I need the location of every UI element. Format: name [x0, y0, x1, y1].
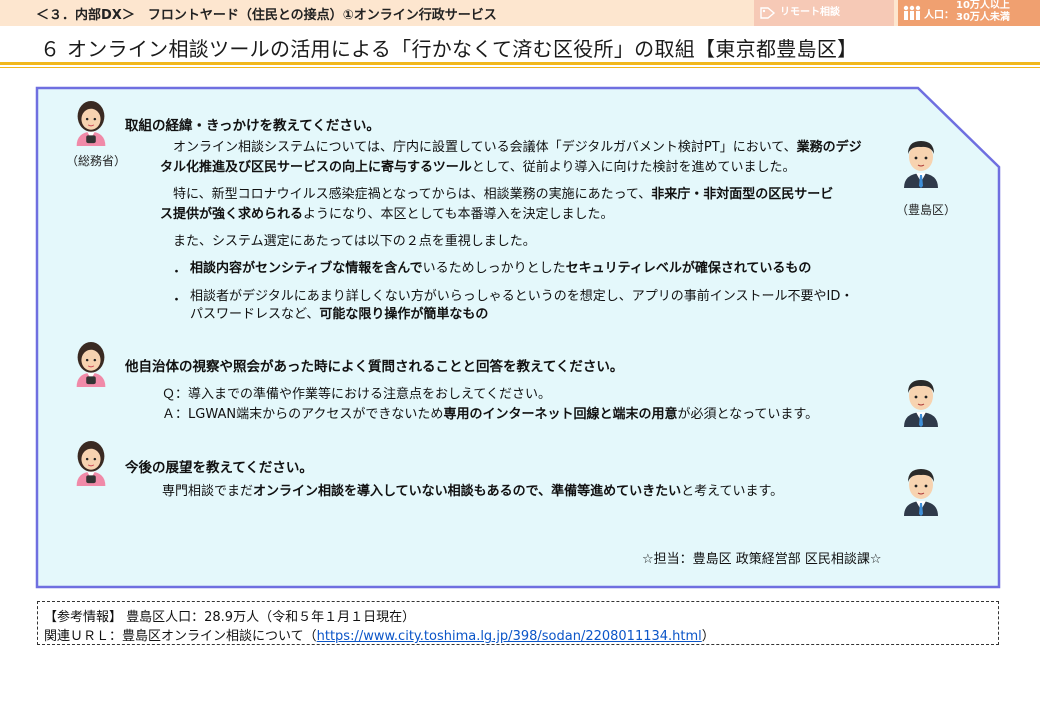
- answer-emphasis: 相談内容がセンシティブな情報を含んで: [190, 261, 423, 276]
- bullet-1: 相談内容がセンシティブな情報を含んでいるためしっかりとしたセキュリティレベルが確…: [190, 259, 811, 279]
- answer-1-paragraph-2-line-2: ス提供が強く求められるようになり、本区としても本番導入を決定しました。: [160, 205, 613, 225]
- bullet-2-line-2: パスワードレスなど、可能な限り操作が簡単なもの: [190, 305, 488, 325]
- reference-text: 関連ＵＲＬ：豊島区オンライン相談について（: [44, 629, 317, 644]
- answer-emphasis: セキュリティレベルが確保されているもの: [565, 261, 812, 276]
- ward-staff-avatar-2: [898, 373, 944, 429]
- answer-emphasis: 可能な限り操作が簡単なもの: [319, 307, 489, 322]
- answer-text: 専門相談でまだ: [162, 484, 254, 499]
- answer-text: パスワードレスなど、: [190, 307, 320, 322]
- answer-1-paragraph-1-line-2: タル化推進及び区民サービスの向上に寄与するツールとして、従前より導入に向けた検討…: [160, 158, 795, 178]
- answer-emphasis: 非来庁・非対面型の区民サービ: [651, 187, 834, 202]
- ministry-staff-avatar-2: [69, 337, 113, 391]
- reference-text: ）: [701, 629, 715, 644]
- answer-emphasis: 業務のデジ: [796, 140, 862, 155]
- reference-line-1: 【参考情報】 豊島区人口：28.9万人（令和５年１月１日現在）: [44, 610, 416, 625]
- reference-box: 【参考情報】 豊島区人口：28.9万人（令和５年１月１日現在） 関連ＵＲＬ：豊島…: [37, 601, 999, 645]
- ministry-staff-avatar: [69, 96, 113, 150]
- answer-1-paragraph-2: 特に、新型コロナウイルス感染症禍となってからは、相談業務の実施にあたって、非来庁…: [160, 185, 833, 205]
- answer-text: ようになり、本区としても本番導入を決定しました。: [303, 207, 614, 222]
- answer-emphasis: 専用のインターネット回線と端末の用意: [443, 407, 678, 422]
- ward-staff-avatar: [898, 134, 944, 190]
- answer-text: Ａ：LGWAN端末からのアクセスができないため: [162, 407, 444, 422]
- contact-note: ☆担当：豊島区 政策経営部 区民相談課☆: [642, 552, 882, 567]
- ward-staff-avatar-3: [898, 462, 944, 518]
- ministry-caption: （総務省）: [66, 154, 127, 168]
- bullet-mark: ・: [170, 265, 184, 280]
- answer-text: が必須となっています。: [677, 407, 819, 422]
- answer-1-paragraph-1: オンライン相談システムについては、庁内に設置している会議体「デジタルガバメント検…: [160, 138, 862, 158]
- answer-emphasis: オンライン相談を導入していない相談もあるので、準備等進めていきたい: [253, 484, 682, 499]
- ministry-staff-avatar-3: [69, 436, 113, 490]
- answer-text: 特に、新型コロナウイルス感染症禍となってからは、相談業務の実施にあたって、: [160, 187, 652, 202]
- answer-emphasis: ス提供が強く求められる: [160, 207, 304, 222]
- q2-answer-line: Ａ：LGWAN端末からのアクセスができないため専用のインターネット回線と端末の用…: [162, 405, 818, 425]
- ward-caption: （豊島区）: [896, 203, 957, 217]
- answer-text: と考えています。: [681, 484, 784, 499]
- reference-line-2: 関連ＵＲＬ：豊島区オンライン相談について（https://www.city.to…: [44, 625, 715, 644]
- answer-text: オンライン相談システムについては、庁内に設置している会議体「デジタルガバメント検…: [160, 140, 797, 155]
- bullet-mark: ・: [170, 293, 184, 308]
- answer-emphasis: タル化推進及び区民サービスの向上に寄与するツール: [160, 160, 472, 175]
- answer-text: いるためしっかりとした: [422, 261, 566, 276]
- question-2: 他自治体の視察や照会があった時によく質問されることと回答を教えてください。: [125, 359, 624, 375]
- q2-question-line: Ｑ：導入までの準備や作業等における注意点をおしえてください。: [162, 387, 551, 402]
- answer-text: として、従前より導入に向けた検討を進めていました。: [471, 160, 796, 175]
- reference-url-link[interactable]: https://www.city.toshima.lg.jp/398/sodan…: [317, 629, 702, 644]
- bullet-2: 相談者がデジタルにあまり詳しくない方がいらっしゃるというのを想定し、アプリの事前…: [190, 289, 854, 304]
- question-3: 今後の展望を教えてください。: [125, 460, 313, 476]
- question-1: 取組の経緯・きっかけを教えてください。: [125, 118, 380, 134]
- answer-1-paragraph-3: また、システム選定にあたっては以下の２点を重視しました。: [160, 234, 536, 249]
- q3-answer: 専門相談でまだオンライン相談を導入していない相談もあるので、準備等進めていきたい…: [162, 482, 783, 502]
